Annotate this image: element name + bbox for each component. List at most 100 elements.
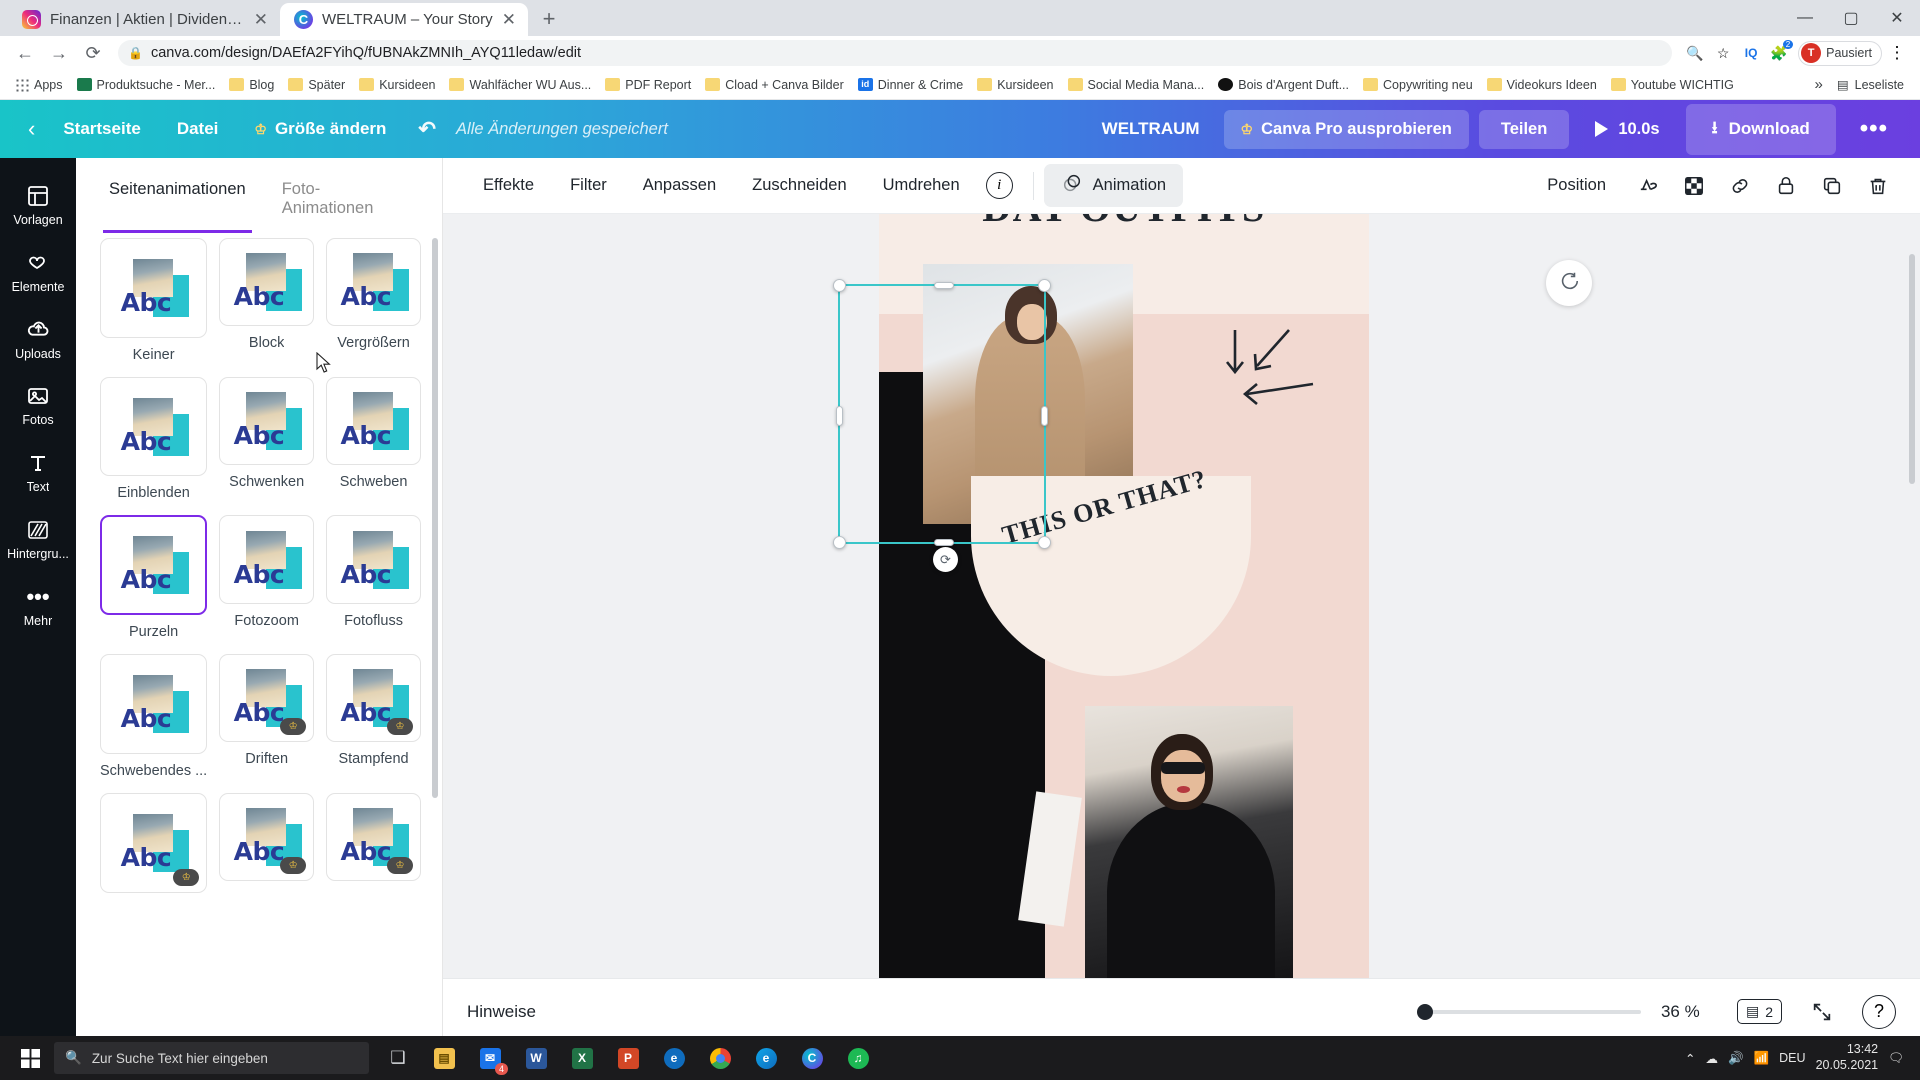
position-button[interactable]: Position bbox=[1531, 168, 1622, 203]
animation-option[interactable]: Abc Vergrößern bbox=[326, 238, 421, 363]
bookmark-item[interactable]: Cload + Canva Bilder bbox=[699, 75, 849, 95]
zoom-icon[interactable]: 🔍 bbox=[1682, 40, 1708, 66]
close-icon[interactable]: ✕ bbox=[502, 11, 516, 28]
clock[interactable]: 13:42 20.05.2021 bbox=[1816, 1042, 1879, 1073]
animation-list-scroll[interactable]: Abc Keiner Abc Block Abc Vergrößern Abc Einblen… bbox=[76, 218, 443, 1008]
sidebar-item-background[interactable]: Hintergru... bbox=[0, 506, 76, 571]
forward-icon[interactable]: → bbox=[44, 38, 74, 68]
wifi-icon[interactable]: 📶 bbox=[1754, 1051, 1770, 1066]
home-button[interactable]: Startseite bbox=[45, 111, 158, 147]
download-button[interactable]: ⭳ Download bbox=[1685, 103, 1836, 155]
browser-tab-0[interactable]: Finanzen | Aktien | Dividende (@ ✕ bbox=[8, 3, 280, 36]
link-icon[interactable] bbox=[1720, 166, 1760, 206]
more-options-button[interactable]: ••• bbox=[1846, 111, 1902, 147]
notification-icon[interactable]: 🗨 bbox=[1888, 1051, 1904, 1066]
bookmark-item[interactable]: Social Media Mana... bbox=[1062, 75, 1211, 95]
present-button[interactable]: 10.0s bbox=[1579, 110, 1675, 149]
cloud-icon[interactable]: ☁ bbox=[1706, 1051, 1719, 1066]
arrow-decoration[interactable] bbox=[1217, 322, 1337, 432]
star-icon[interactable]: ☆ bbox=[1710, 40, 1736, 66]
bookmark-item[interactable]: PDF Report bbox=[599, 75, 697, 95]
bookmark-apps[interactable]: Apps bbox=[8, 74, 69, 95]
sidebar-item-elements[interactable]: Elemente bbox=[0, 239, 76, 304]
checker-icon[interactable] bbox=[1674, 166, 1714, 206]
animation-option[interactable]: Abc Block bbox=[219, 238, 315, 363]
back-icon[interactable]: ← bbox=[10, 38, 40, 68]
crop-button[interactable]: Zuschneiden bbox=[736, 168, 862, 203]
edge-icon[interactable]: e bbox=[743, 1036, 789, 1080]
sidebar-item-photos[interactable]: Fotos bbox=[0, 372, 76, 437]
powerpoint-icon[interactable]: P bbox=[605, 1036, 651, 1080]
page-title-text[interactable]: DAY OUTFITS bbox=[879, 214, 1369, 231]
edge-legacy-icon[interactable]: e bbox=[651, 1036, 697, 1080]
adjust-button[interactable]: Anpassen bbox=[627, 168, 732, 203]
animation-option[interactable]: Abc Schweben bbox=[326, 376, 421, 502]
windows-start-icon[interactable] bbox=[6, 1036, 54, 1080]
bookmark-item[interactable]: Produktsuche - Mer... bbox=[71, 75, 222, 95]
maximize-icon[interactable]: ▢ bbox=[1828, 0, 1874, 36]
effects-button[interactable]: Effekte bbox=[467, 168, 550, 203]
word-icon[interactable]: W bbox=[513, 1036, 559, 1080]
comment-button[interactable] bbox=[1546, 260, 1592, 306]
puzzle-extension-icon[interactable]: 🧩 2 bbox=[1766, 40, 1794, 66]
animation-option[interactable]: Abc ♔ bbox=[326, 792, 421, 902]
duplicate-icon[interactable] bbox=[1812, 166, 1852, 206]
iq-extension-icon[interactable]: IQ bbox=[1738, 40, 1764, 66]
task-view-icon[interactable]: ❑ bbox=[375, 1036, 421, 1080]
zoom-slider[interactable] bbox=[1416, 1003, 1641, 1020]
animation-button[interactable]: Animation bbox=[1043, 164, 1184, 207]
animation-option[interactable]: Abc Purzeln bbox=[100, 515, 208, 640]
canvas-scrollbar[interactable] bbox=[1909, 254, 1915, 484]
language-indicator[interactable]: DEU bbox=[1779, 1051, 1805, 1065]
bookmark-item[interactable]: Später bbox=[282, 75, 351, 95]
sidebar-item-uploads[interactable]: Uploads bbox=[0, 306, 76, 371]
notes-button[interactable]: Hinweise bbox=[467, 1002, 536, 1022]
animation-option[interactable]: Abc Schwebendes ... bbox=[100, 654, 208, 779]
spotify-icon[interactable]: ♫ bbox=[835, 1036, 881, 1080]
bookmark-item[interactable]: Videokurs Ideen bbox=[1481, 75, 1603, 95]
help-icon[interactable]: ? bbox=[1862, 994, 1896, 1029]
file-explorer-icon[interactable]: ▤ bbox=[421, 1036, 467, 1080]
animation-option[interactable]: Abc Schwenken bbox=[219, 376, 315, 502]
bookmark-item[interactable]: Kursideen bbox=[971, 75, 1059, 95]
sidebar-item-text[interactable]: Text bbox=[0, 439, 76, 504]
flip-button[interactable]: Umdrehen bbox=[867, 168, 976, 203]
lock-icon[interactable] bbox=[1766, 166, 1806, 206]
animation-option[interactable]: Abc Fotozoom bbox=[219, 515, 315, 640]
animation-option[interactable]: Abc ♔ Stampfend bbox=[326, 654, 421, 779]
search-input[interactable]: 🔍 Zur Suche Text hier eingeben bbox=[54, 1042, 369, 1074]
bookmark-item[interactable]: id Dinner & Crime bbox=[852, 75, 969, 95]
photo-element-2[interactable] bbox=[1085, 706, 1293, 978]
mail-icon[interactable]: ✉ 4 bbox=[467, 1036, 513, 1080]
tray-overflow-chevron-icon[interactable]: ⌃ bbox=[1685, 1051, 1695, 1066]
bookmark-item[interactable]: Kursideen bbox=[353, 75, 441, 95]
page-count-button[interactable]: ▤ 2 bbox=[1736, 999, 1782, 1024]
minimize-icon[interactable]: — bbox=[1782, 0, 1828, 36]
file-menu-button[interactable]: Datei bbox=[159, 111, 237, 147]
chevron-left-icon[interactable]: ‹ bbox=[24, 108, 45, 150]
panel-scrollbar[interactable] bbox=[432, 238, 438, 798]
sidebar-item-templates[interactable]: Vorlagen bbox=[0, 172, 76, 237]
share-button[interactable]: Teilen bbox=[1478, 109, 1570, 149]
sidebar-item-more[interactable]: ••• Mehr bbox=[0, 573, 76, 638]
close-icon[interactable]: ✕ bbox=[254, 11, 268, 28]
delete-icon[interactable] bbox=[1858, 166, 1898, 206]
new-tab-button[interactable]: + bbox=[532, 2, 566, 36]
rotate-handle[interactable]: ⟳ bbox=[933, 547, 958, 572]
bookmark-item[interactable]: Youtube WICHTIG bbox=[1605, 75, 1740, 95]
transparency-icon[interactable] bbox=[1628, 166, 1668, 206]
design-page[interactable]: DAY OUTFITS THIS OR THAT? bbox=[879, 214, 1369, 978]
overflow-chevron-icon[interactable]: » bbox=[1815, 76, 1823, 93]
reading-list-button[interactable]: ▤ Leseliste bbox=[1837, 77, 1904, 93]
info-icon[interactable]: i bbox=[985, 172, 1013, 199]
chrome-icon[interactable] bbox=[697, 1036, 743, 1080]
reload-icon[interactable]: ⟳ bbox=[78, 38, 108, 68]
browser-tab-1[interactable]: WELTRAUM – Your Story ✕ bbox=[280, 3, 528, 36]
canvas-area[interactable]: DAY OUTFITS THIS OR THAT? bbox=[443, 214, 1920, 978]
canva-icon[interactable]: C bbox=[789, 1036, 835, 1080]
filter-button[interactable]: Filter bbox=[554, 168, 623, 203]
animation-option[interactable]: Abc ♔ Driften bbox=[219, 654, 315, 779]
undo-icon[interactable]: ↶ bbox=[404, 109, 450, 150]
document-title[interactable]: WELTRAUM bbox=[1088, 119, 1214, 139]
resize-handle-bl[interactable] bbox=[833, 536, 846, 549]
